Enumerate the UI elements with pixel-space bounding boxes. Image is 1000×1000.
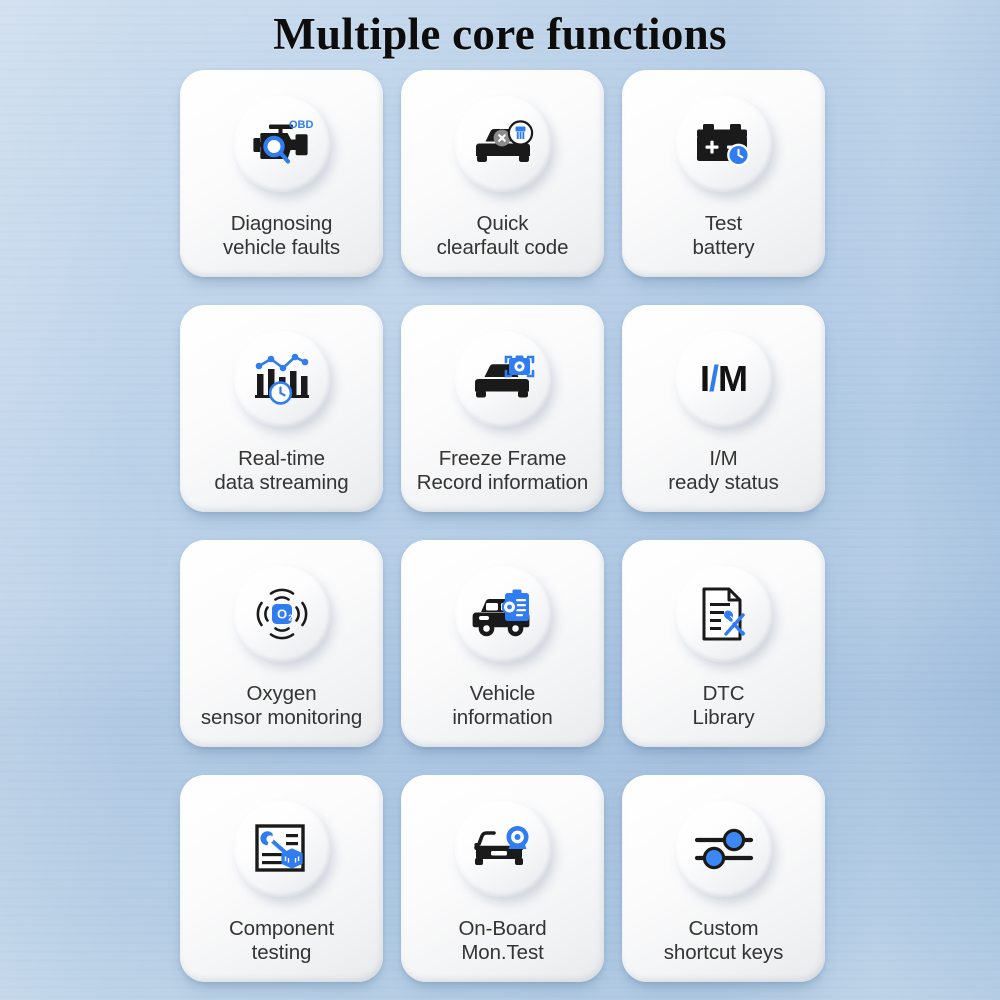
car-monitor-camera-icon	[473, 826, 528, 865]
icon-disc: I/M	[675, 331, 772, 427]
svg-text:O: O	[276, 607, 286, 622]
feature-card-diagnosing-vehicle-faults[interactable]: OBD Diagnosing vehicle faults	[180, 70, 383, 277]
icon-disc	[454, 801, 551, 897]
document-tools-icon	[702, 587, 745, 641]
card-label-line2: sensor monitoring	[200, 706, 363, 730]
card-label-line2: information	[452, 706, 553, 730]
card-label-line2: ready status	[668, 471, 779, 495]
document-wrench-box-icon	[254, 824, 305, 872]
card-label-line1: Vehicle	[469, 682, 536, 706]
feature-card-dtc-library[interactable]: DTC Library	[622, 540, 825, 747]
card-label: Custom shortcut keys	[622, 917, 825, 965]
card-label: Component testing	[180, 917, 383, 965]
car-clear-code-brush-icon	[475, 120, 533, 162]
icon-disc	[454, 96, 551, 192]
feature-card-on-board-mon-test[interactable]: On-Board Mon.Test	[401, 775, 604, 982]
card-label-line2: clearfault code	[436, 236, 569, 260]
feature-card-quick-clearfault-code[interactable]: Quick clearfault code	[401, 70, 604, 277]
card-label-line1: Quick	[476, 212, 529, 236]
card-label-line1: DTC	[702, 682, 745, 706]
card-label-line2: testing	[251, 941, 312, 965]
feature-card-test-battery[interactable]: Test battery	[622, 70, 825, 277]
card-label: Oxygen sensor monitoring	[180, 682, 383, 730]
card-label-line1: Custom	[688, 917, 759, 941]
card-label: Test battery	[622, 212, 825, 260]
icon-disc: O 2	[233, 566, 330, 662]
card-label-line1: Diagnosing	[230, 212, 333, 236]
card-label: DTC Library	[622, 682, 825, 730]
car-camera-frame-icon	[474, 355, 534, 398]
card-label-line2: Record information	[416, 471, 589, 495]
card-label-line2: battery	[692, 236, 755, 260]
feature-card-real-time-data-streaming[interactable]: Real-time data streaming	[180, 305, 383, 512]
page-title: Multiple core functions	[273, 9, 727, 59]
icon-disc	[454, 566, 551, 662]
card-label: I/M ready status	[622, 447, 825, 495]
icon-disc	[454, 331, 551, 427]
card-label-line1: Component	[228, 917, 335, 941]
icon-disc: OBD	[233, 96, 330, 192]
feature-card-oxygen-sensor-monitoring[interactable]: O 2 Oxygen sensor monitoring	[180, 540, 383, 747]
card-label-line1: I/M	[709, 447, 738, 471]
card-label-line1: Test	[704, 212, 743, 236]
card-label-line2: data streaming	[214, 471, 349, 495]
card-label-line2: Library	[692, 706, 755, 730]
feature-card-custom-shortcut-keys[interactable]: Custom shortcut keys	[622, 775, 825, 982]
card-label-line2: shortcut keys	[663, 941, 784, 965]
icon-disc	[233, 801, 330, 897]
card-label: Diagnosing vehicle faults	[180, 212, 383, 260]
icon-disc	[675, 801, 772, 897]
card-label: Quick clearfault code	[401, 212, 604, 260]
card-label-line2: vehicle faults	[222, 236, 341, 260]
svg-text:2: 2	[288, 614, 293, 623]
engine-obd-magnifier-icon: OBD	[252, 119, 314, 164]
bar-chart-line-clock-icon	[254, 353, 309, 405]
feature-card-grid: OBD Diagnosing vehicle faults Quick clea…	[180, 70, 825, 982]
card-label-line2: Mon.Test	[461, 941, 544, 965]
feature-card-component-testing[interactable]: Component testing	[180, 775, 383, 982]
icon-disc	[233, 331, 330, 427]
card-label: Freeze Frame Record information	[401, 447, 604, 495]
card-label: On-Board Mon.Test	[401, 917, 604, 965]
im-text-icon: I/M	[699, 358, 748, 399]
card-label: Vehicle information	[401, 682, 604, 730]
svg-text:OBD: OBD	[289, 119, 314, 131]
icon-disc	[675, 96, 772, 192]
oxygen-sensor-signal-icon: O 2	[256, 588, 307, 640]
card-label-line1: On-Board	[458, 917, 547, 941]
card-label: Real-time data streaming	[180, 447, 383, 495]
feature-card-freeze-frame-record-information[interactable]: Freeze Frame Record information	[401, 305, 604, 512]
feature-card-vehicle-information[interactable]: Vehicle information	[401, 540, 604, 747]
feature-grid-page: Multiple core functions OBD Diagnosing v…	[0, 0, 1000, 1000]
sliders-settings-icon	[694, 828, 753, 870]
battery-clock-icon	[696, 124, 750, 167]
card-label-line1: Freeze Frame	[438, 447, 567, 471]
card-label-line1: Oxygen	[246, 682, 317, 706]
card-label-line1: Real-time	[238, 447, 325, 471]
feature-card-im-ready-status[interactable]: I/M I/M ready status	[622, 305, 825, 512]
icon-disc	[675, 566, 772, 662]
car-clipboard-info-icon	[472, 589, 529, 637]
